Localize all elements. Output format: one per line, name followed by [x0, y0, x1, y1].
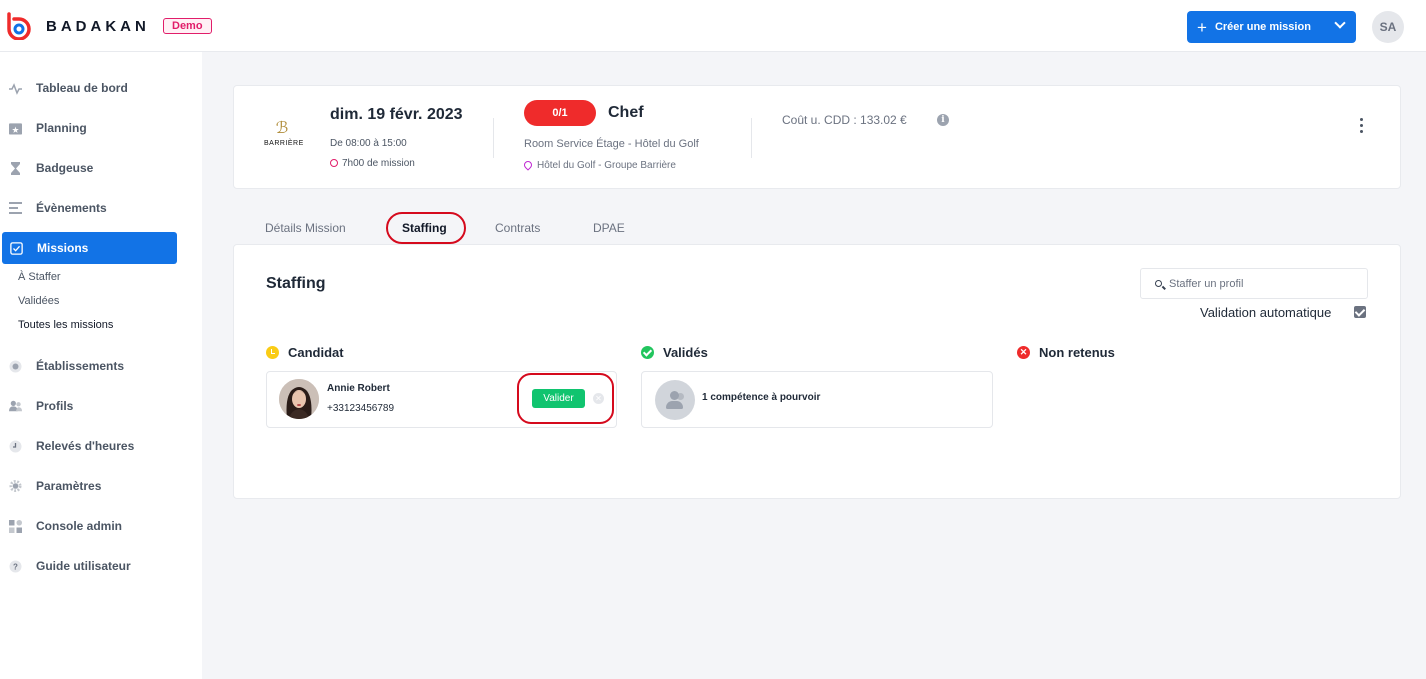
sidebar-item-label: Guide utilisateur: [36, 559, 131, 573]
sidebar-item-profils[interactable]: Profils: [0, 390, 202, 422]
brand-name: BADAKAN: [46, 18, 150, 35]
column-valides: Validés: [641, 345, 708, 360]
sidebar: Tableau de bord ★ Planning Badgeuse Évèn…: [0, 52, 202, 679]
barriere-logo: ℬ BARRIÈRE: [264, 118, 304, 158]
competence-to-fill: 1 compétence à pourvoir: [702, 392, 821, 403]
mission-cost: Coût u. CDD : 133.02 €: [782, 113, 907, 127]
sidebar-item-releves-heures[interactable]: Relevés d'heures: [0, 430, 202, 462]
sidebar-item-label: Évènements: [36, 201, 107, 215]
mission-hours: De 08:00 à 15:00: [330, 138, 407, 149]
hourglass-icon: [9, 161, 22, 175]
validated-slot-card: 1 compétence à pourvoir: [641, 371, 993, 428]
staffer-search-box[interactable]: [1140, 268, 1368, 299]
svg-text:?: ?: [13, 562, 18, 571]
clock-icon: [330, 159, 338, 167]
sidebar-item-label: Badgeuse: [36, 161, 94, 175]
sidebar-item-label: Planning: [36, 121, 87, 135]
candidate-phone: +33123456789: [327, 403, 395, 414]
divider: [751, 118, 752, 158]
check-circle-icon: [641, 346, 654, 359]
x-circle-icon: ✕: [1017, 346, 1030, 359]
mission-duration: 7h00 de mission: [330, 158, 415, 169]
building-icon: [9, 360, 22, 373]
mission-header-card: ℬ BARRIÈRE dim. 19 févr. 2023 De 08:00 à…: [233, 85, 1401, 189]
auto-validation-label: Validation automatique: [1200, 305, 1332, 320]
question-icon: ?: [9, 560, 22, 573]
create-mission-button[interactable]: + Créer une mission: [1187, 11, 1356, 43]
pending-clock-icon: [266, 346, 279, 359]
sidebar-item-badgeuse[interactable]: Badgeuse: [0, 152, 202, 184]
staffer-search-input[interactable]: [1169, 275, 1359, 293]
chevron-down-icon[interactable]: [1334, 17, 1346, 29]
column-candidat: Candidat: [266, 345, 344, 360]
sidebar-item-label: Paramètres: [36, 479, 102, 493]
sidebar-item-tableau-de-bord[interactable]: Tableau de bord: [0, 72, 202, 104]
create-mission-label: Créer une mission: [1214, 21, 1311, 33]
sidebar-item-label: Relevés d'heures: [36, 439, 135, 453]
sidebar-item-evenements[interactable]: Évènements: [0, 192, 202, 224]
sidebar-item-planning[interactable]: ★ Planning: [0, 112, 202, 144]
validate-button-highlight: [517, 373, 614, 424]
staffing-title: Staffing: [266, 275, 326, 292]
gear-icon: [9, 479, 22, 493]
sidebar-subitem-a-staffer[interactable]: À Staffer: [18, 271, 61, 283]
column-non-retenus: ✕ Non retenus: [1017, 345, 1115, 360]
mission-role: Chef: [608, 104, 644, 121]
grid-icon: [9, 519, 22, 533]
sidebar-item-label: Établissements: [36, 359, 125, 373]
badakan-logo-icon[interactable]: [5, 12, 33, 40]
search-icon: [1155, 280, 1162, 287]
mission-service: Room Service Étage - Hôtel du Golf: [524, 138, 699, 150]
auto-validation-checkbox[interactable]: [1354, 306, 1366, 318]
list-icon: [9, 202, 22, 215]
mission-place-label: Hôtel du Golf - Groupe Barrière: [537, 160, 676, 171]
candidate-avatar: [279, 379, 319, 419]
sidebar-item-label: Tableau de bord: [36, 81, 128, 95]
sidebar-item-missions[interactable]: Missions: [2, 232, 177, 264]
barriere-logo-text: BARRIÈRE: [264, 140, 304, 147]
pulse-icon: [9, 82, 22, 95]
location-pin-icon: [522, 159, 534, 171]
divider: [493, 118, 494, 158]
clock-icon: [9, 440, 22, 453]
tab-dpae[interactable]: DPAE: [593, 221, 625, 235]
sidebar-item-parametres[interactable]: Paramètres: [0, 470, 202, 502]
staffing-count-badge: 0/1: [524, 100, 596, 126]
barriere-monogram-icon: ℬ: [275, 118, 289, 137]
sidebar-subitem-toutes-les-missions[interactable]: Toutes les missions: [18, 319, 113, 331]
svg-text:★: ★: [11, 125, 19, 134]
plus-icon: +: [1197, 17, 1207, 37]
sidebar-item-label: Console admin: [36, 519, 123, 533]
checklist-icon: [10, 241, 23, 255]
sidebar-item-console-admin[interactable]: Console admin: [0, 510, 202, 542]
staffing-tab-highlight: [386, 212, 466, 244]
tab-details-mission[interactable]: Détails Mission: [265, 221, 346, 235]
info-icon[interactable]: i: [937, 114, 949, 126]
sidebar-item-guide-utilisateur[interactable]: ? Guide utilisateur: [0, 550, 202, 582]
sidebar-subitem-validees[interactable]: Validées: [18, 295, 59, 307]
placeholder-users-icon: [655, 380, 695, 420]
column-candidat-label: Candidat: [288, 345, 344, 360]
column-non-retenus-label: Non retenus: [1039, 345, 1115, 360]
more-options-icon[interactable]: [1358, 118, 1364, 136]
mission-date: dim. 19 févr. 2023: [330, 106, 463, 123]
mission-duration-label: 7h00 de mission: [342, 158, 415, 169]
top-bar: BADAKAN Demo + Créer une mission SA: [0, 0, 1426, 52]
users-icon: [9, 400, 22, 413]
calendar-star-icon: ★: [9, 122, 22, 135]
staffing-panel: Staffing Validation automatique Candidat…: [233, 244, 1401, 499]
sidebar-item-label: Missions: [37, 241, 89, 255]
user-avatar[interactable]: SA: [1372, 11, 1404, 43]
demo-badge: Demo: [163, 18, 212, 34]
sidebar-item-etablissements[interactable]: Établissements: [0, 350, 202, 382]
column-valides-label: Validés: [663, 345, 708, 360]
tab-contrats[interactable]: Contrats: [495, 221, 540, 235]
mission-place: Hôtel du Golf - Groupe Barrière: [522, 159, 676, 171]
sidebar-item-label: Profils: [36, 399, 74, 413]
candidate-name: Annie Robert: [327, 383, 390, 394]
